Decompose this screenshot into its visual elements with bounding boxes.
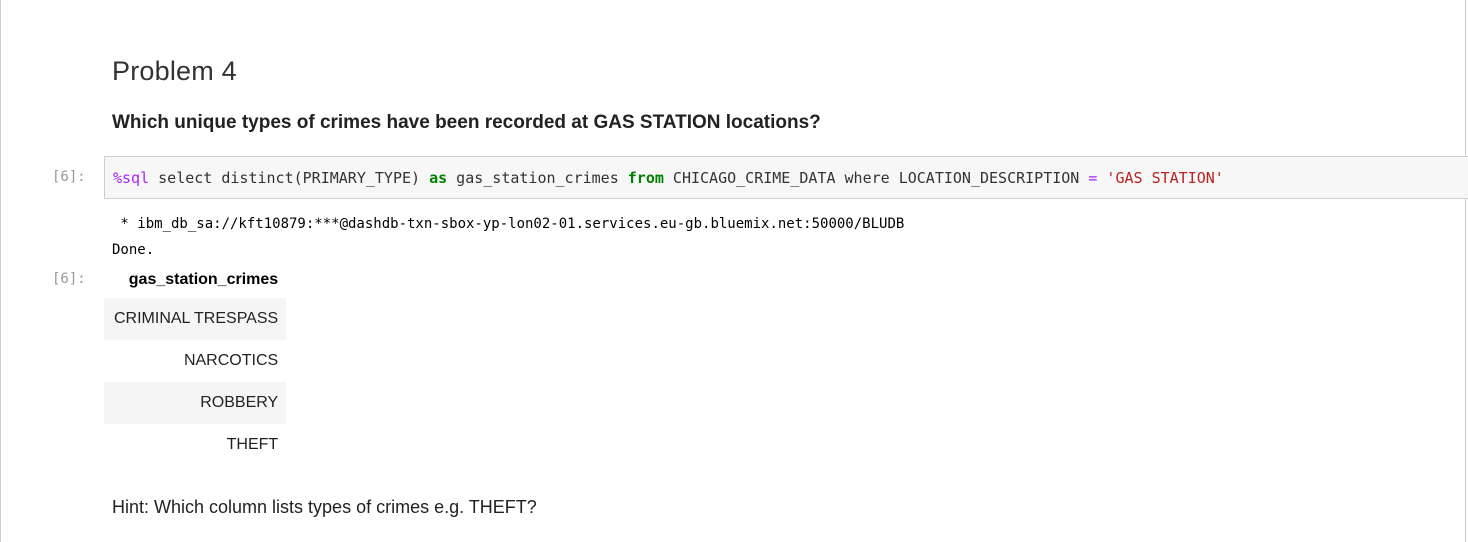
column-header-gas-station-crimes: gas_station_crimes: [128, 271, 279, 288]
connection-string: * ibm_db_sa://kft10879:***@dashdb-txn-sb…: [112, 216, 905, 232]
table-row: THEFT: [104, 424, 286, 466]
code-fragment-1: select distinct(PRIMARY_TYPE): [149, 169, 430, 187]
code-fragment-3: CHICAGO_CRIME_DATA where LOCATION_DESCRI…: [663, 169, 1089, 187]
table-cell: ROBBERY: [200, 394, 279, 411]
hint-text: Hint: Which column lists types of crimes…: [112, 497, 537, 517]
table-cell: THEFT: [226, 436, 279, 453]
sql-magic-keyword: %sql: [113, 169, 150, 187]
problem-title: Problem 4: [112, 56, 237, 86]
table-row: NARCOTICS: [104, 340, 286, 382]
result-table: gas_station_crimes CRIMINAL TRESPASS NAR…: [104, 262, 287, 466]
input-prompt: [6]:: [52, 169, 86, 185]
code-fragment-2: gas_station_crimes: [447, 169, 628, 187]
code-cell-editor[interactable]: %sql select distinct(PRIMARY_TYPE) as ga…: [104, 156, 1468, 199]
table-row: ROBBERY: [104, 382, 287, 424]
cell-stdout: * ibm_db_sa://kft10879:***@dashdb-txn-sb…: [112, 211, 904, 263]
done-message: Done.: [112, 242, 155, 258]
table-cell: NARCOTICS: [183, 352, 279, 369]
from-keyword: from: [627, 169, 664, 187]
table-row: CRIMINAL TRESPASS: [104, 298, 287, 340]
output-prompt: [6]:: [52, 271, 86, 287]
table-cell: CRIMINAL TRESPASS: [114, 310, 279, 327]
table-header-row: gas_station_crimes: [104, 262, 286, 298]
problem-question: Which unique types of crimes have been r…: [112, 112, 821, 133]
as-keyword: as: [429, 169, 448, 187]
string-literal: 'GAS STATION': [1106, 169, 1224, 187]
sql-code-line[interactable]: %sql select distinct(PRIMARY_TYPE) as ga…: [113, 169, 1224, 187]
